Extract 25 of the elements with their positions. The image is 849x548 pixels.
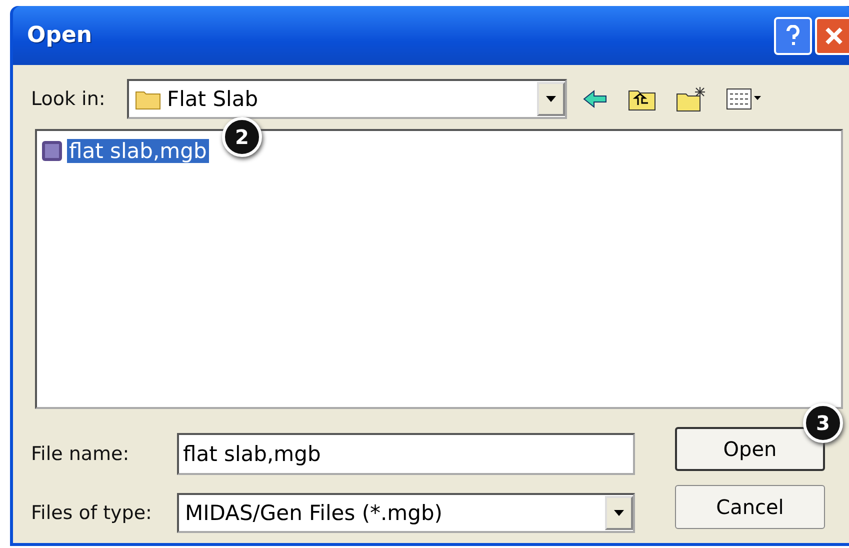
close-button[interactable] <box>815 16 849 54</box>
close-icon <box>824 26 844 46</box>
dropdown-arrow-icon <box>614 509 624 517</box>
file-name: flat slab,mgb <box>67 139 209 163</box>
look-in-dropdown[interactable]: Flat Slab <box>127 79 567 119</box>
look-in-value: Flat Slab <box>167 87 258 111</box>
file-type-dropdown[interactable]: MIDAS/Gen Files (*.mgb) <box>177 493 635 533</box>
help-button[interactable] <box>774 16 812 54</box>
file-type-icon <box>41 139 65 163</box>
dropdown-button[interactable] <box>537 82 565 116</box>
dropdown-button[interactable] <box>605 496 633 530</box>
window-title: Open <box>27 23 94 48</box>
file-item[interactable]: flat slab,mgb <box>41 139 209 163</box>
new-folder-icon <box>676 86 706 112</box>
file-name-field[interactable]: flat slab,mgb <box>177 433 635 475</box>
cancel-button[interactable]: Cancel <box>675 485 825 529</box>
look-in-label: Look in: <box>31 88 106 110</box>
file-type-label: Files of type: <box>31 502 153 524</box>
dropdown-arrow-icon <box>546 95 556 103</box>
help-icon <box>785 24 801 46</box>
file-name-label: File name: <box>31 443 130 465</box>
back-arrow-icon <box>582 89 608 109</box>
file-type-value: MIDAS/Gen Files (*.mgb) <box>184 501 444 525</box>
view-menu-icon <box>726 88 762 110</box>
callout-badge: 2 <box>222 117 262 157</box>
